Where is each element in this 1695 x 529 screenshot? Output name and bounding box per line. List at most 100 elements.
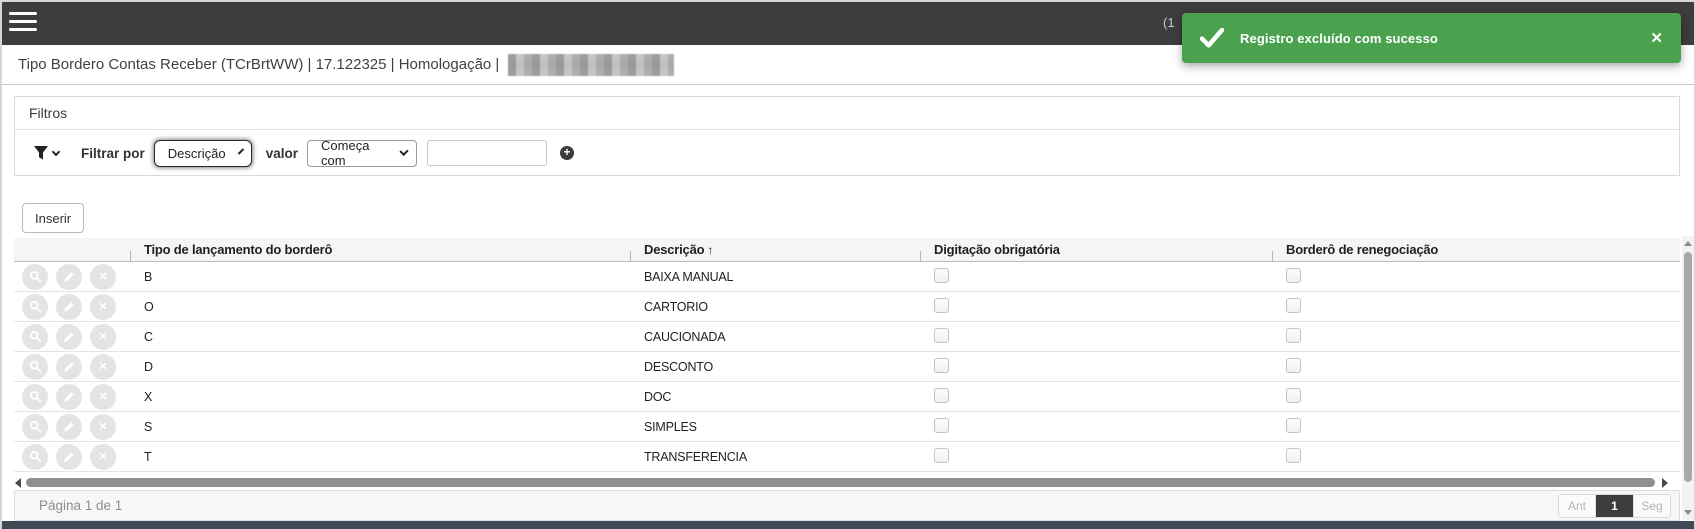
cell-bordero [1272, 388, 1680, 406]
cell-descricao: DESCONTO [630, 360, 920, 374]
cell-tipo: X [130, 390, 630, 404]
edit-row-button[interactable] [56, 324, 82, 350]
bordero-renegociacao-checkbox[interactable] [1286, 448, 1301, 463]
column-header-descricao[interactable]: Descrição ↑ [630, 238, 920, 261]
delete-row-button[interactable]: ✕ [90, 444, 116, 470]
digitacao-obrigatoria-checkbox[interactable] [934, 448, 949, 463]
delete-row-button[interactable]: ✕ [90, 384, 116, 410]
filter-value-input[interactable] [427, 140, 547, 166]
cell-tipo: D [130, 360, 630, 374]
column-header-bordero[interactable]: Borderô de renegociação [1272, 238, 1680, 261]
toast-message: Registro excluído com sucesso [1240, 31, 1438, 46]
delete-row-button[interactable]: ✕ [90, 324, 116, 350]
row-actions: ✕ [14, 264, 130, 290]
delete-row-button[interactable]: ✕ [90, 354, 116, 380]
view-row-button[interactable] [22, 354, 48, 380]
cell-descricao: BAIXA MANUAL [630, 270, 920, 284]
x-icon: ✕ [98, 330, 107, 343]
view-row-button[interactable] [22, 294, 48, 320]
edit-row-button[interactable] [56, 384, 82, 410]
horizontal-scrollbar-thumb[interactable] [26, 478, 1655, 487]
view-row-button[interactable] [22, 384, 48, 410]
view-row-button[interactable] [22, 324, 48, 350]
bordero-renegociacao-checkbox[interactable] [1286, 268, 1301, 283]
app-window: (1 Registro excluído com sucesso ✕ Tipo … [0, 0, 1695, 529]
table-row: ✕ B BAIXA MANUAL [14, 262, 1680, 292]
table-row: ✕ X DOC [14, 382, 1680, 412]
bottom-edge-strip [0, 521, 1695, 529]
row-actions: ✕ [14, 444, 130, 470]
cell-bordero [1272, 448, 1680, 466]
digitacao-obrigatoria-checkbox[interactable] [934, 388, 949, 403]
bordero-renegociacao-checkbox[interactable] [1286, 358, 1301, 373]
edit-row-button[interactable] [56, 444, 82, 470]
horizontal-scrollbar[interactable] [14, 477, 1680, 489]
redacted-user-block [508, 54, 674, 76]
magnifier-icon [29, 360, 42, 373]
grid-footer: Página 1 de 1 Ant 1 Seg [14, 490, 1680, 521]
cell-bordero [1272, 358, 1680, 376]
pagination-current-page[interactable]: 1 [1596, 495, 1633, 517]
scroll-left-arrow-icon[interactable] [15, 478, 21, 488]
pencil-icon [63, 361, 75, 373]
x-icon: ✕ [98, 450, 107, 463]
filter-funnel-dropdown[interactable] [33, 145, 59, 161]
cell-digitacao [920, 298, 1272, 316]
chevron-down-icon [52, 148, 60, 156]
digitacao-obrigatoria-checkbox[interactable] [934, 418, 949, 433]
edit-row-button[interactable] [56, 264, 82, 290]
x-icon: ✕ [98, 360, 107, 373]
filter-field-select[interactable]: Descrição [154, 140, 252, 167]
bordero-renegociacao-checkbox[interactable] [1286, 328, 1301, 343]
edit-row-button[interactable] [56, 414, 82, 440]
edit-row-button[interactable] [56, 354, 82, 380]
filter-operator-select[interactable]: Começa com [307, 140, 417, 167]
row-actions: ✕ [14, 414, 130, 440]
scroll-down-arrow-icon[interactable] [1684, 510, 1692, 515]
table-row: ✕ D DESCONTO [14, 352, 1680, 382]
edit-row-button[interactable] [56, 294, 82, 320]
view-row-button[interactable] [22, 444, 48, 470]
add-filter-button[interactable]: + [560, 146, 574, 160]
digitacao-obrigatoria-checkbox[interactable] [934, 358, 949, 373]
pencil-icon [63, 271, 75, 283]
filters-row: Filtrar por Descrição valor Começa com + [15, 130, 1679, 176]
digitacao-obrigatoria-checkbox[interactable] [934, 298, 949, 313]
vertical-scrollbar[interactable] [1682, 236, 1694, 520]
hamburger-menu-icon[interactable] [9, 12, 37, 34]
view-row-button[interactable] [22, 264, 48, 290]
cell-digitacao [920, 448, 1272, 466]
page-title: Tipo Bordero Contas Receber (TCrBrtWW) |… [18, 54, 674, 76]
magnifier-icon [29, 300, 42, 313]
table-row: ✕ O CARTORIO [14, 292, 1680, 322]
view-row-button[interactable] [22, 414, 48, 440]
delete-row-button[interactable]: ✕ [90, 294, 116, 320]
scroll-right-arrow-icon[interactable] [1662, 478, 1668, 488]
table-row: ✕ S SIMPLES [14, 412, 1680, 442]
scroll-up-arrow-icon[interactable] [1684, 241, 1692, 246]
delete-row-button[interactable]: ✕ [90, 264, 116, 290]
bordero-renegociacao-checkbox[interactable] [1286, 298, 1301, 313]
bordero-renegociacao-checkbox[interactable] [1286, 388, 1301, 403]
digitacao-obrigatoria-checkbox[interactable] [934, 328, 949, 343]
column-header-digitacao[interactable]: Digitação obrigatória [920, 238, 1272, 261]
cell-tipo: S [130, 420, 630, 434]
cell-tipo: O [130, 300, 630, 314]
cell-digitacao [920, 358, 1272, 376]
column-header-descricao-label: Descrição [644, 242, 704, 257]
chevron-down-icon [399, 147, 408, 156]
magnifier-icon [29, 390, 42, 403]
cell-bordero [1272, 418, 1680, 436]
digitacao-obrigatoria-checkbox[interactable] [934, 268, 949, 283]
vertical-scrollbar-thumb[interactable] [1684, 252, 1692, 482]
pagination-next-button[interactable]: Seg [1633, 495, 1670, 517]
column-header-tipo[interactable]: Tipo de lançamento do borderô [130, 238, 630, 261]
toast-close-icon[interactable]: ✕ [1650, 31, 1663, 46]
x-icon: ✕ [98, 300, 107, 313]
bordero-renegociacao-checkbox[interactable] [1286, 418, 1301, 433]
x-icon: ✕ [98, 270, 107, 283]
insert-button[interactable]: Inserir [22, 203, 84, 233]
delete-row-button[interactable]: ✕ [90, 414, 116, 440]
pagination: Ant 1 Seg [1558, 494, 1671, 518]
pagination-prev-button[interactable]: Ant [1559, 495, 1596, 517]
